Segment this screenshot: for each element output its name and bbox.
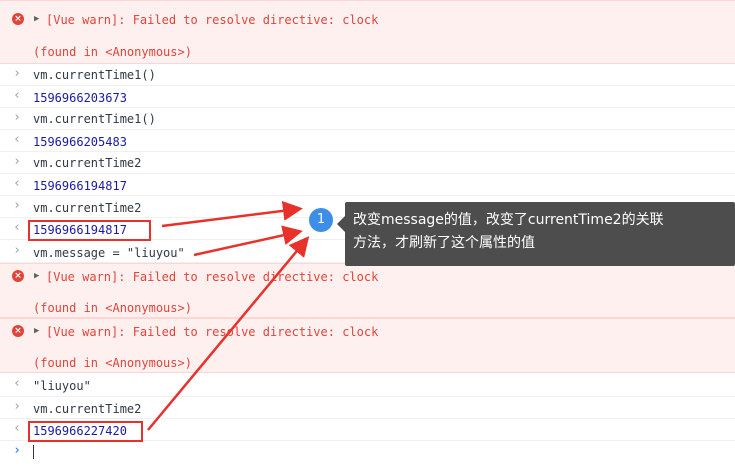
console-output-row: ‹ 1596966194817 [0, 174, 735, 196]
console-output-row: ‹ "liuyou" [0, 373, 735, 397]
input-command: vm.currentTime1() [33, 112, 156, 126]
output-value: 1596966203673 [33, 91, 127, 105]
console-input-row: › vm.currentTime2 [0, 397, 735, 419]
return-arrow-icon: ‹ [13, 176, 21, 191]
found-in-text: (found in <Anonymous>) [33, 301, 192, 315]
console-input-row: › vm.currentTime1() [0, 108, 735, 130]
warn-text: [Vue warn]: Failed to resolve directive:… [46, 13, 379, 27]
input-command: vm.currentTime1() [33, 68, 156, 82]
console-output-row: ‹ 1596966203673 [0, 86, 735, 108]
highlight-box-new-time2 [28, 421, 143, 442]
console-error-message: × ▶ [Vue warn]: Failed to resolve direct… [0, 318, 735, 373]
return-arrow-icon: ‹ [13, 421, 21, 436]
output-value: "liuyou" [33, 379, 91, 393]
error-circle-icon: × [12, 13, 24, 25]
warn-text: [Vue warn]: Failed to resolve directive:… [46, 270, 379, 284]
console-input-row: › vm.currentTime1() [0, 64, 735, 86]
highlight-box-first-time2 [28, 220, 151, 241]
input-command: vm.currentTime2 [33, 201, 142, 215]
expand-triangle-icon[interactable]: ▶ [34, 14, 39, 24]
chevron-right-icon: › [13, 154, 21, 169]
return-arrow-icon: ‹ [13, 220, 21, 235]
found-in-text: (found in <Anonymous>) [33, 356, 192, 370]
console-input-row: › vm.currentTime2 [0, 152, 735, 174]
error-circle-icon: × [12, 325, 24, 337]
annotation-line-1: 改变message的值，改变了currentTime2的关联 [353, 212, 664, 228]
found-in-text: (found in <Anonymous>) [33, 45, 192, 59]
annotation-tooltip: 改变message的值，改变了currentTime2的关联 方法，才刷新了这个… [337, 202, 735, 266]
console-error-message: × ▶ [Vue warn]: Failed to resolve direct… [0, 0, 735, 64]
error-circle-icon: × [12, 270, 24, 282]
chevron-right-icon: › [13, 399, 21, 414]
console-error-message: × ▶ [Vue warn]: Failed to resolve direct… [0, 263, 735, 318]
chevron-right-icon: › [13, 443, 21, 458]
expand-triangle-icon[interactable]: ▶ [34, 271, 39, 281]
input-command: vm.message = "liuyou" [33, 246, 185, 260]
expand-triangle-icon[interactable]: ▶ [34, 326, 39, 336]
input-command: vm.currentTime2 [33, 156, 142, 170]
text-cursor [33, 445, 34, 459]
warn-text: [Vue warn]: Failed to resolve directive:… [46, 325, 379, 339]
input-command: vm.currentTime2 [33, 402, 142, 416]
chevron-right-icon: › [13, 243, 21, 258]
return-arrow-icon: ‹ [13, 132, 21, 147]
chevron-right-icon: › [13, 198, 21, 213]
console-output-row: ‹ 1596966205483 [0, 130, 735, 152]
output-value: 1596966205483 [33, 135, 127, 149]
return-arrow-icon: ‹ [13, 376, 21, 391]
chevron-right-icon: › [13, 66, 21, 81]
output-value: 1596966194817 [33, 179, 127, 193]
step-number-badge: 1 [309, 208, 333, 232]
annotation-line-2: 方法，才刷新了这个属性的值 [353, 235, 535, 251]
chevron-right-icon: › [13, 110, 21, 125]
return-arrow-icon: ‹ [13, 88, 21, 103]
console-prompt-row[interactable]: › [0, 441, 735, 463]
